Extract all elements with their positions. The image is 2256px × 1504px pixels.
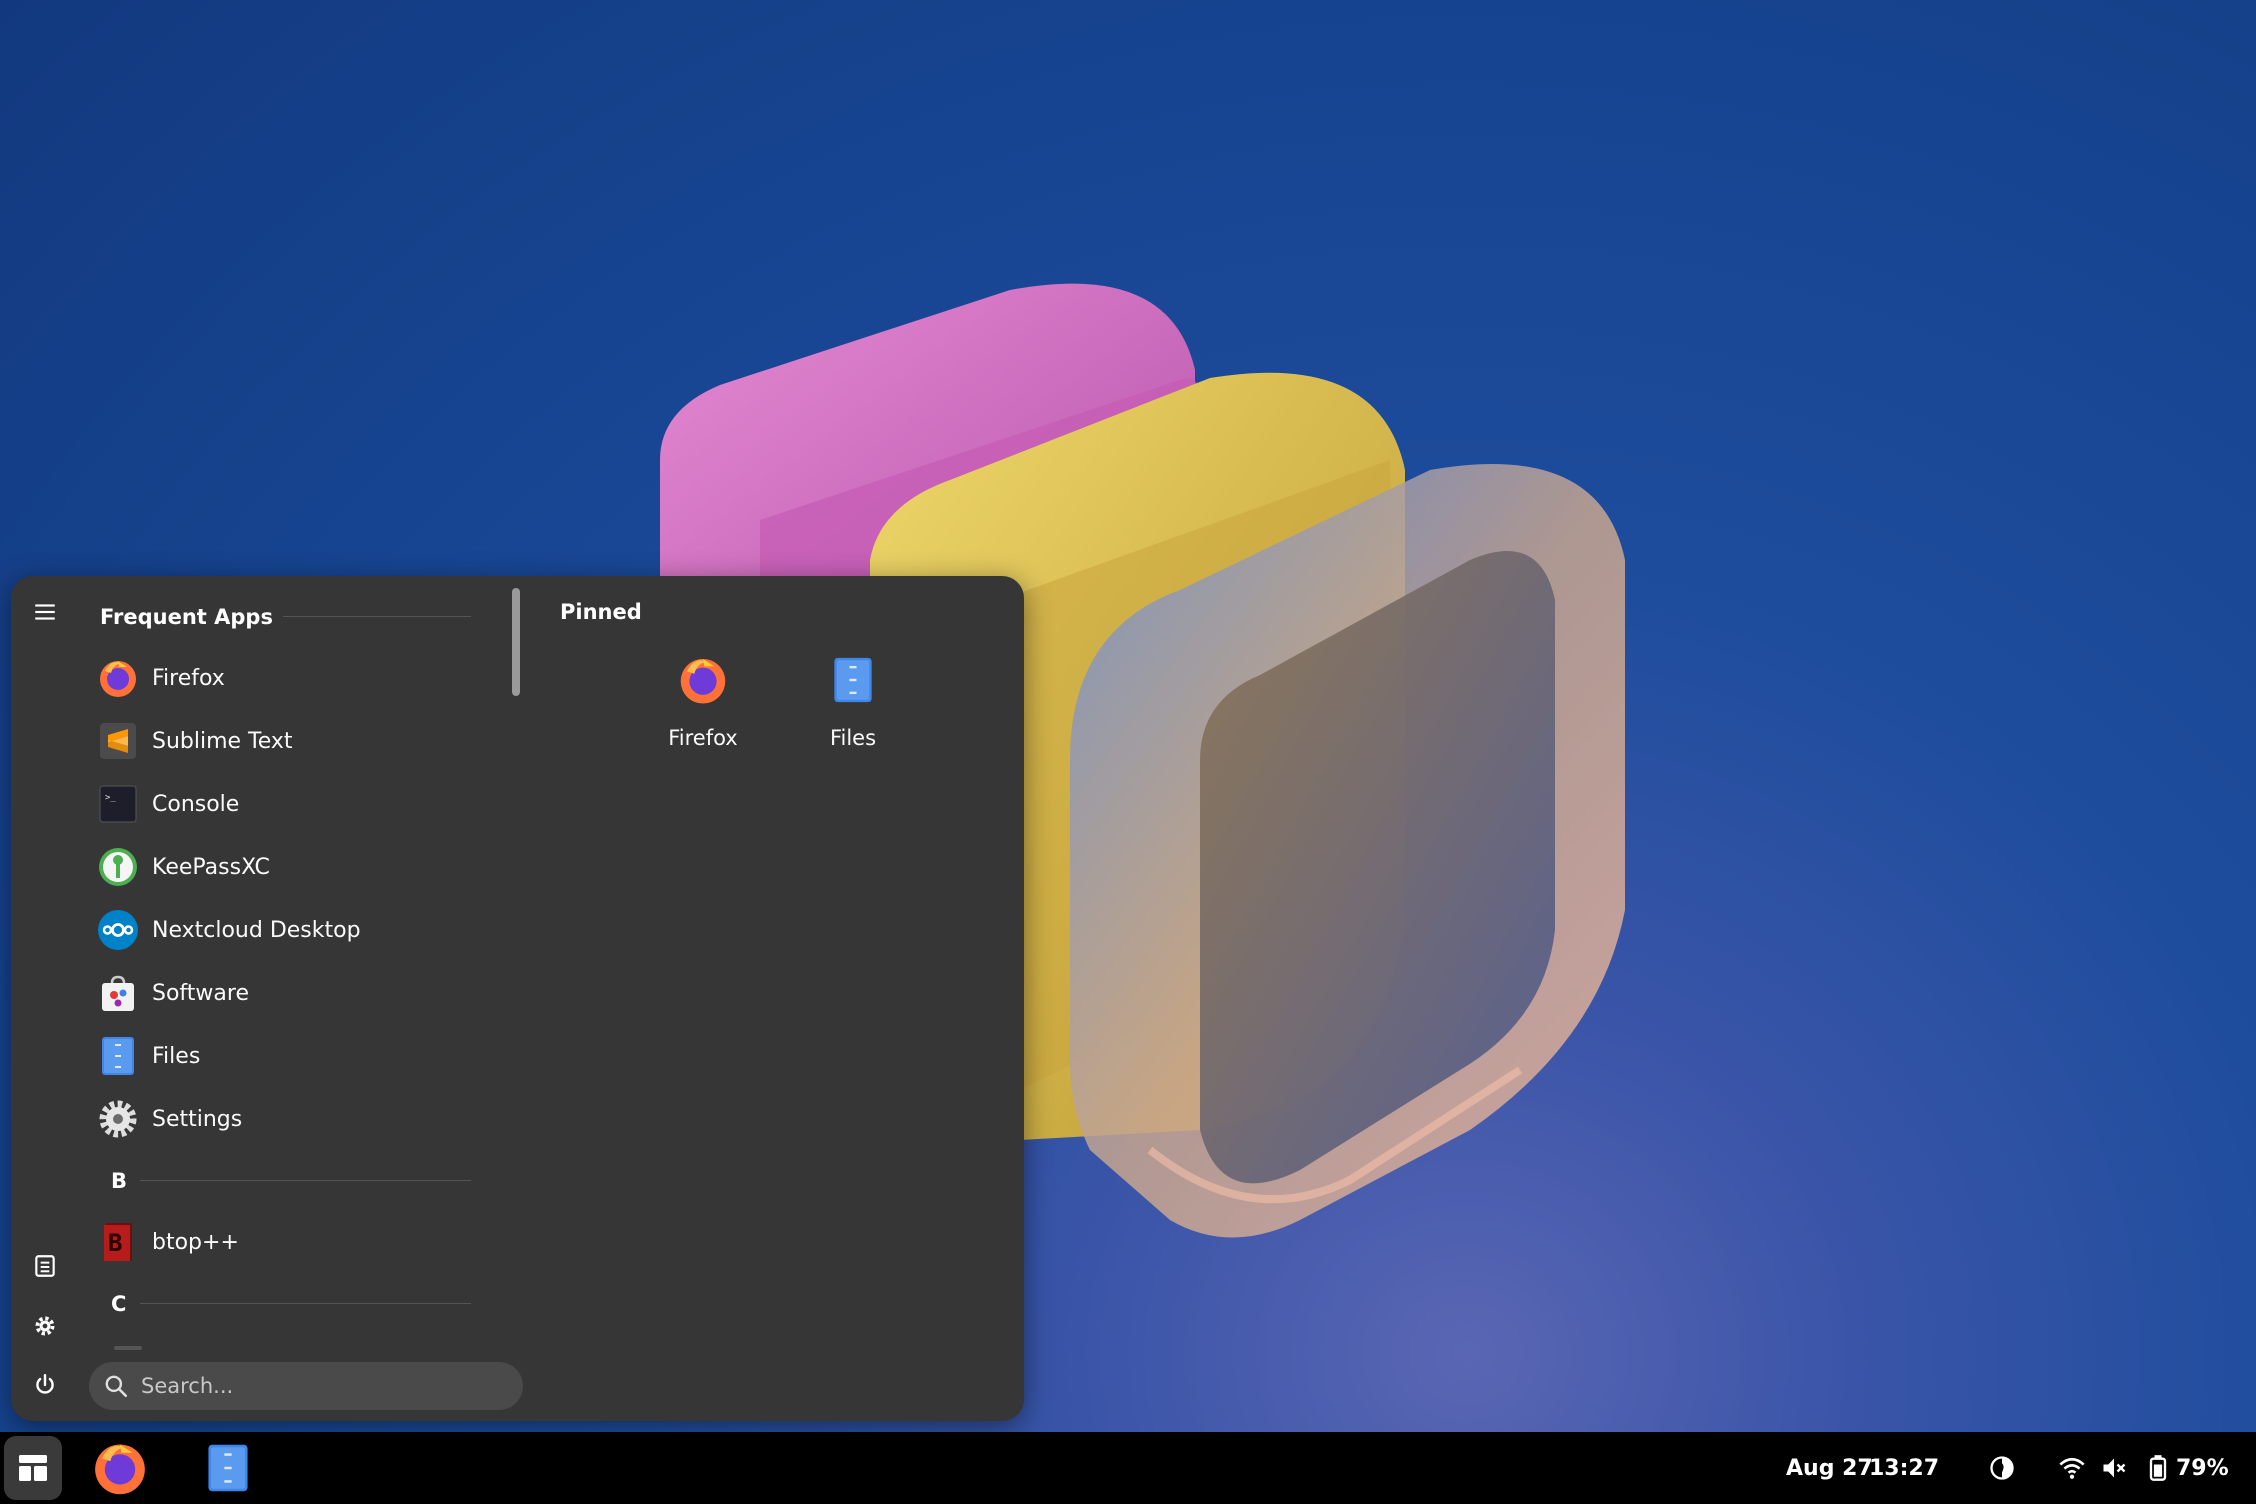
pinned-header: Pinned: [560, 600, 642, 624]
taskbar-firefox[interactable]: [84, 1436, 156, 1500]
pinned-firefox[interactable]: Firefox: [628, 640, 778, 760]
taskbar-files[interactable]: [192, 1436, 264, 1500]
app-files[interactable]: Files: [96, 1028, 476, 1084]
document-icon: [35, 1255, 55, 1277]
wifi-icon[interactable]: [2056, 1452, 2088, 1484]
frequent-apps-label: Frequent Apps: [100, 605, 273, 629]
app-label: Nextcloud Desktop: [152, 917, 361, 943]
app-console[interactable]: >_ Console: [96, 776, 476, 832]
divider: [140, 1303, 471, 1304]
power-button[interactable]: [22, 1362, 68, 1408]
app-keepassxc[interactable]: KeePassXC: [96, 839, 476, 895]
app-btop[interactable]: B btop++: [96, 1214, 476, 1270]
search-input[interactable]: [139, 1373, 503, 1399]
sublime-text-icon: [96, 719, 140, 763]
search-icon: [105, 1375, 128, 1398]
app-label: Sublime Text: [152, 728, 293, 754]
pinned-label: Files: [829, 726, 877, 750]
app-label: Software: [152, 980, 249, 1006]
settings-button[interactable]: [22, 1303, 68, 1349]
pinned-label: Firefox: [668, 726, 738, 750]
btop-icon: B: [96, 1220, 140, 1264]
svg-text:>_: >_: [105, 793, 116, 803]
app-label: Files: [152, 1043, 201, 1069]
divider: [140, 1180, 471, 1181]
gear-icon: [35, 1316, 55, 1336]
pinned-files[interactable]: Files: [778, 640, 928, 760]
scrollbar-thumb[interactable]: [512, 588, 520, 696]
app-firefox[interactable]: Firefox: [96, 650, 476, 706]
files-icon: [208, 1444, 248, 1492]
app-label: KeePassXC: [152, 854, 270, 880]
taskbar: Aug 27 13:27 79%: [0, 1432, 2256, 1504]
hamburger-icon: [35, 604, 55, 620]
nextcloud-icon: [96, 908, 140, 952]
start-menu-button[interactable]: [4, 1436, 62, 1500]
battery-percent: 79%: [2176, 1455, 2229, 1481]
divider: [283, 616, 471, 617]
app-label: Settings: [152, 1106, 243, 1132]
settings-icon: [96, 1097, 140, 1141]
section-letter: B: [111, 1169, 128, 1193]
svg-text:B: B: [108, 1229, 122, 1257]
app-label: btop++: [152, 1229, 239, 1255]
app-label: Console: [152, 791, 240, 817]
app-software[interactable]: Software: [96, 965, 476, 1021]
section-header-b: B: [111, 1161, 127, 1201]
clock-date[interactable]: Aug 27: [1786, 1432, 1873, 1504]
app-nextcloud-desktop[interactable]: Nextcloud Desktop: [96, 902, 476, 958]
files-icon: [825, 652, 881, 708]
app-sublime-text[interactable]: Sublime Text: [96, 713, 476, 769]
firefox-icon: [675, 652, 731, 708]
keepassxc-icon: [96, 845, 140, 889]
app-settings[interactable]: Settings: [96, 1091, 476, 1147]
section-letter: C: [111, 1292, 127, 1316]
documents-button[interactable]: [22, 1243, 68, 1289]
partial-app-icon: [114, 1346, 142, 1350]
volume-muted-icon[interactable]: [2098, 1452, 2130, 1484]
start-menu-icon: [19, 1455, 47, 1481]
console-icon: >_: [96, 782, 140, 826]
night-light-icon[interactable]: [1986, 1452, 2018, 1484]
search-box[interactable]: [89, 1362, 523, 1410]
power-icon: [36, 1374, 54, 1394]
files-icon: [96, 1034, 140, 1078]
clock-time[interactable]: 13:27: [1869, 1432, 1939, 1504]
software-icon: [96, 971, 140, 1015]
hamburger-menu-button[interactable]: [22, 589, 68, 635]
firefox-icon: [95, 1444, 145, 1495]
frequent-apps-header: Frequent Apps: [100, 597, 273, 637]
battery-icon[interactable]: [2142, 1452, 2174, 1484]
app-label: Firefox: [152, 665, 225, 691]
firefox-icon: [96, 656, 140, 700]
section-header-c: C: [111, 1284, 126, 1324]
